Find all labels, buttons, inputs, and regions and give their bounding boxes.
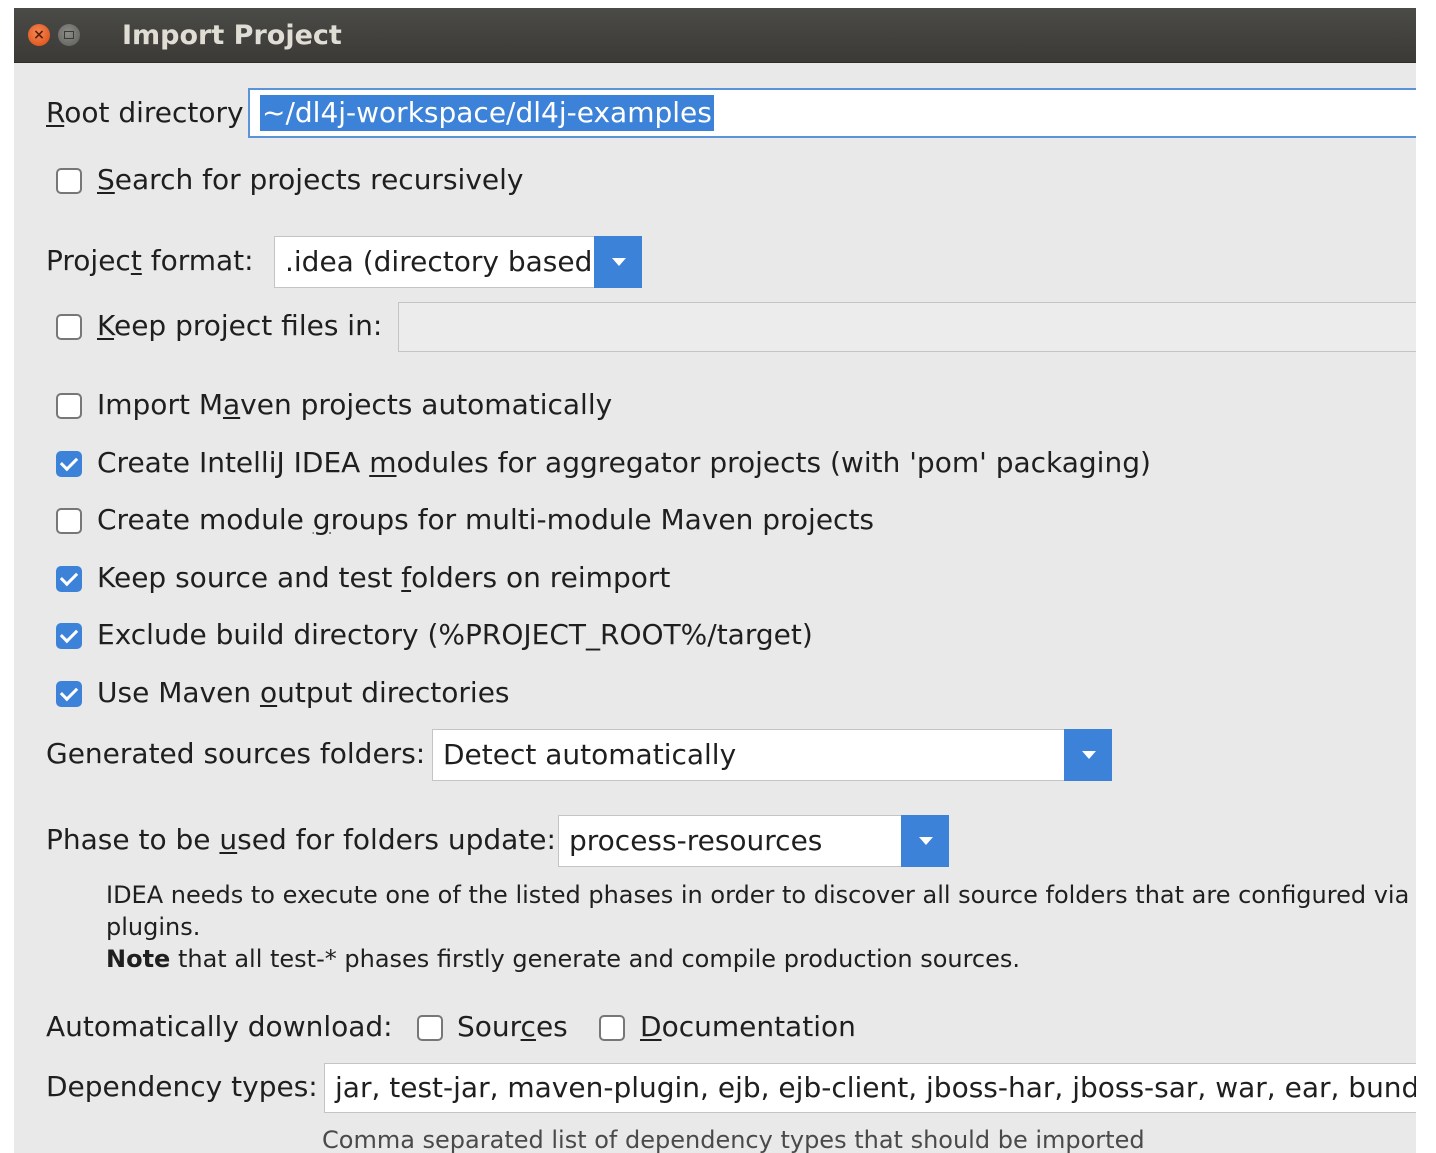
phase-select[interactable]: process-resources bbox=[558, 815, 949, 867]
title-bar: × Import Project bbox=[14, 8, 1416, 63]
phase-label: Phase to be used for folders update: bbox=[46, 823, 556, 856]
keep-project-files-checkbox[interactable] bbox=[56, 314, 82, 340]
search-recursively-label[interactable]: Search for projects recursively bbox=[97, 163, 523, 197]
generated-sources-label: Generated sources folders: bbox=[46, 737, 426, 770]
dependency-types-hint: Comma separated list of dependency types… bbox=[322, 1126, 1145, 1153]
keep-project-files-field[interactable] bbox=[398, 302, 1416, 352]
window-title: Import Project bbox=[122, 20, 342, 51]
import-project-dialog: × Import Project Root directory ~/dl4j-w… bbox=[14, 8, 1416, 1153]
download-documentation-label[interactable]: Documentation bbox=[640, 1010, 856, 1044]
chevron-down-icon[interactable] bbox=[901, 815, 949, 867]
auto-download-label: Automatically download: bbox=[46, 1010, 393, 1043]
project-format-label: Project format: bbox=[46, 244, 254, 277]
chevron-down-icon[interactable] bbox=[1064, 729, 1112, 781]
keep-source-folders-label[interactable]: Keep source and test folders on reimport bbox=[97, 561, 670, 595]
root-directory-label: Root directory bbox=[46, 96, 244, 129]
exclude-build-directory-checkbox[interactable] bbox=[56, 623, 82, 649]
dependency-types-label: Dependency types: bbox=[46, 1070, 318, 1103]
root-directory-value: ~/dl4j-workspace/dl4j-examples bbox=[260, 95, 714, 131]
minimize-window-button[interactable] bbox=[58, 24, 80, 46]
download-sources-label[interactable]: Sources bbox=[457, 1010, 568, 1044]
phase-note-line3: Note that all test-* phases firstly gene… bbox=[106, 945, 1021, 973]
root-directory-field[interactable]: ~/dl4j-workspace/dl4j-examples bbox=[248, 88, 1416, 138]
use-maven-output-checkbox[interactable] bbox=[56, 681, 82, 707]
use-maven-output-label[interactable]: Use Maven output directories bbox=[97, 676, 510, 710]
phase-note-line2: plugins. bbox=[106, 913, 201, 941]
close-window-button[interactable]: × bbox=[28, 24, 50, 46]
keep-source-folders-checkbox[interactable] bbox=[56, 566, 82, 592]
generated-sources-value: Detect automatically bbox=[443, 738, 737, 771]
exclude-build-directory-label[interactable]: Exclude build directory (%PROJECT_ROOT%/… bbox=[97, 618, 813, 652]
download-documentation-checkbox[interactable] bbox=[599, 1015, 625, 1041]
create-module-groups-label[interactable]: Create module groups for multi-module Ma… bbox=[97, 503, 874, 537]
import-maven-automatically-checkbox[interactable] bbox=[56, 393, 82, 419]
phase-value: process-resources bbox=[569, 824, 823, 857]
dependency-types-field[interactable]: jar, test-jar, maven-plugin, ejb, ejb-cl… bbox=[324, 1063, 1416, 1113]
phase-note-line1: IDEA needs to execute one of the listed … bbox=[106, 881, 1416, 909]
project-format-value: .idea (directory based) bbox=[285, 245, 604, 278]
keep-project-files-label[interactable]: Keep project files in: bbox=[97, 309, 382, 343]
generated-sources-select[interactable]: Detect automatically bbox=[432, 729, 1112, 781]
search-recursively-checkbox[interactable] bbox=[56, 168, 82, 194]
download-sources-checkbox[interactable] bbox=[417, 1015, 443, 1041]
create-module-groups-checkbox[interactable] bbox=[56, 508, 82, 534]
create-aggregator-modules-label[interactable]: Create IntelliJ IDEA modules for aggrega… bbox=[97, 446, 1151, 480]
create-aggregator-modules-checkbox[interactable] bbox=[56, 451, 82, 477]
chevron-down-icon[interactable] bbox=[594, 236, 642, 288]
project-format-select[interactable]: .idea (directory based) bbox=[274, 236, 642, 288]
import-maven-automatically-label[interactable]: Import Maven projects automatically bbox=[97, 388, 612, 422]
